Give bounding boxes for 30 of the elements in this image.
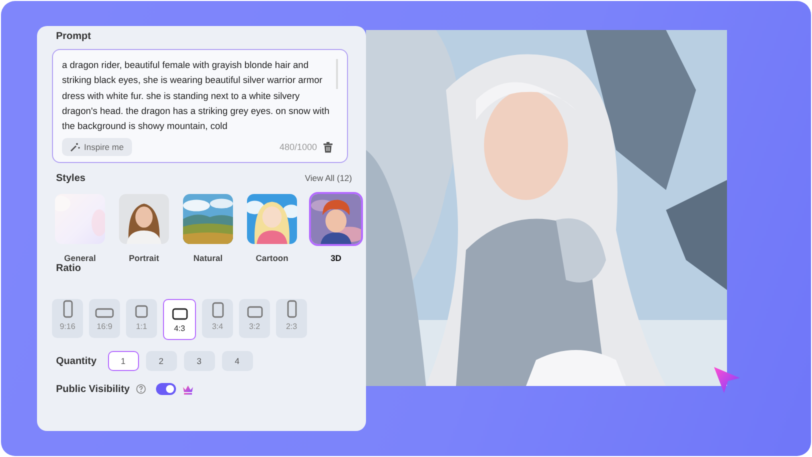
style-option[interactable]: Cartoon xyxy=(245,192,299,264)
section-label: Quantity xyxy=(56,356,97,367)
aspect-ratio-icon xyxy=(246,306,262,318)
style-option[interactable]: Natural xyxy=(181,192,235,264)
inspire-button[interactable]: Inspire me xyxy=(62,138,132,156)
aspect-ratio-icon xyxy=(286,300,296,318)
aspect-ratio-icon xyxy=(172,308,188,320)
section-label: Styles xyxy=(56,173,86,184)
visibility-toggle[interactable] xyxy=(156,383,176,396)
help-icon xyxy=(136,384,146,394)
section-label: Prompt xyxy=(56,31,92,42)
quantity-option[interactable]: 1 xyxy=(108,351,139,372)
aspect-ratio-icon xyxy=(62,300,72,318)
quantity-option[interactable]: 4 xyxy=(222,351,253,372)
style-option[interactable]: General xyxy=(53,192,107,264)
view-all-link[interactable]: View All (12) xyxy=(304,173,352,184)
trash-icon[interactable] xyxy=(323,142,333,153)
magic-wand-icon xyxy=(70,142,80,152)
quantity-option[interactable]: 2 xyxy=(146,351,177,372)
quantity-option[interactable]: 3 xyxy=(184,351,215,372)
style-option[interactable]: Portrait xyxy=(117,192,171,264)
aspect-ratio-icon xyxy=(212,302,224,318)
aspect-ratio-icon xyxy=(95,308,114,318)
cursor-icon xyxy=(713,366,741,394)
ratio-option[interactable]: 4:3 xyxy=(163,299,196,340)
section-label: Ratio xyxy=(56,263,82,274)
aspect-ratio-icon xyxy=(135,305,148,318)
prompt-field[interactable]: a dragon rider, beautiful female with grayish blonde hair and striking black eyes, she is wearing beautiful silver warrior armor dress with white fur. she is standing next to a white silvery dragon's head. the dragon has a striking grey eyes. on snow with the background is showy mountain, cold Inspire me 480/1000 xyxy=(52,49,348,164)
section-label: Public Visibility xyxy=(56,384,130,395)
character-counter: 480/1000 xyxy=(279,142,317,152)
